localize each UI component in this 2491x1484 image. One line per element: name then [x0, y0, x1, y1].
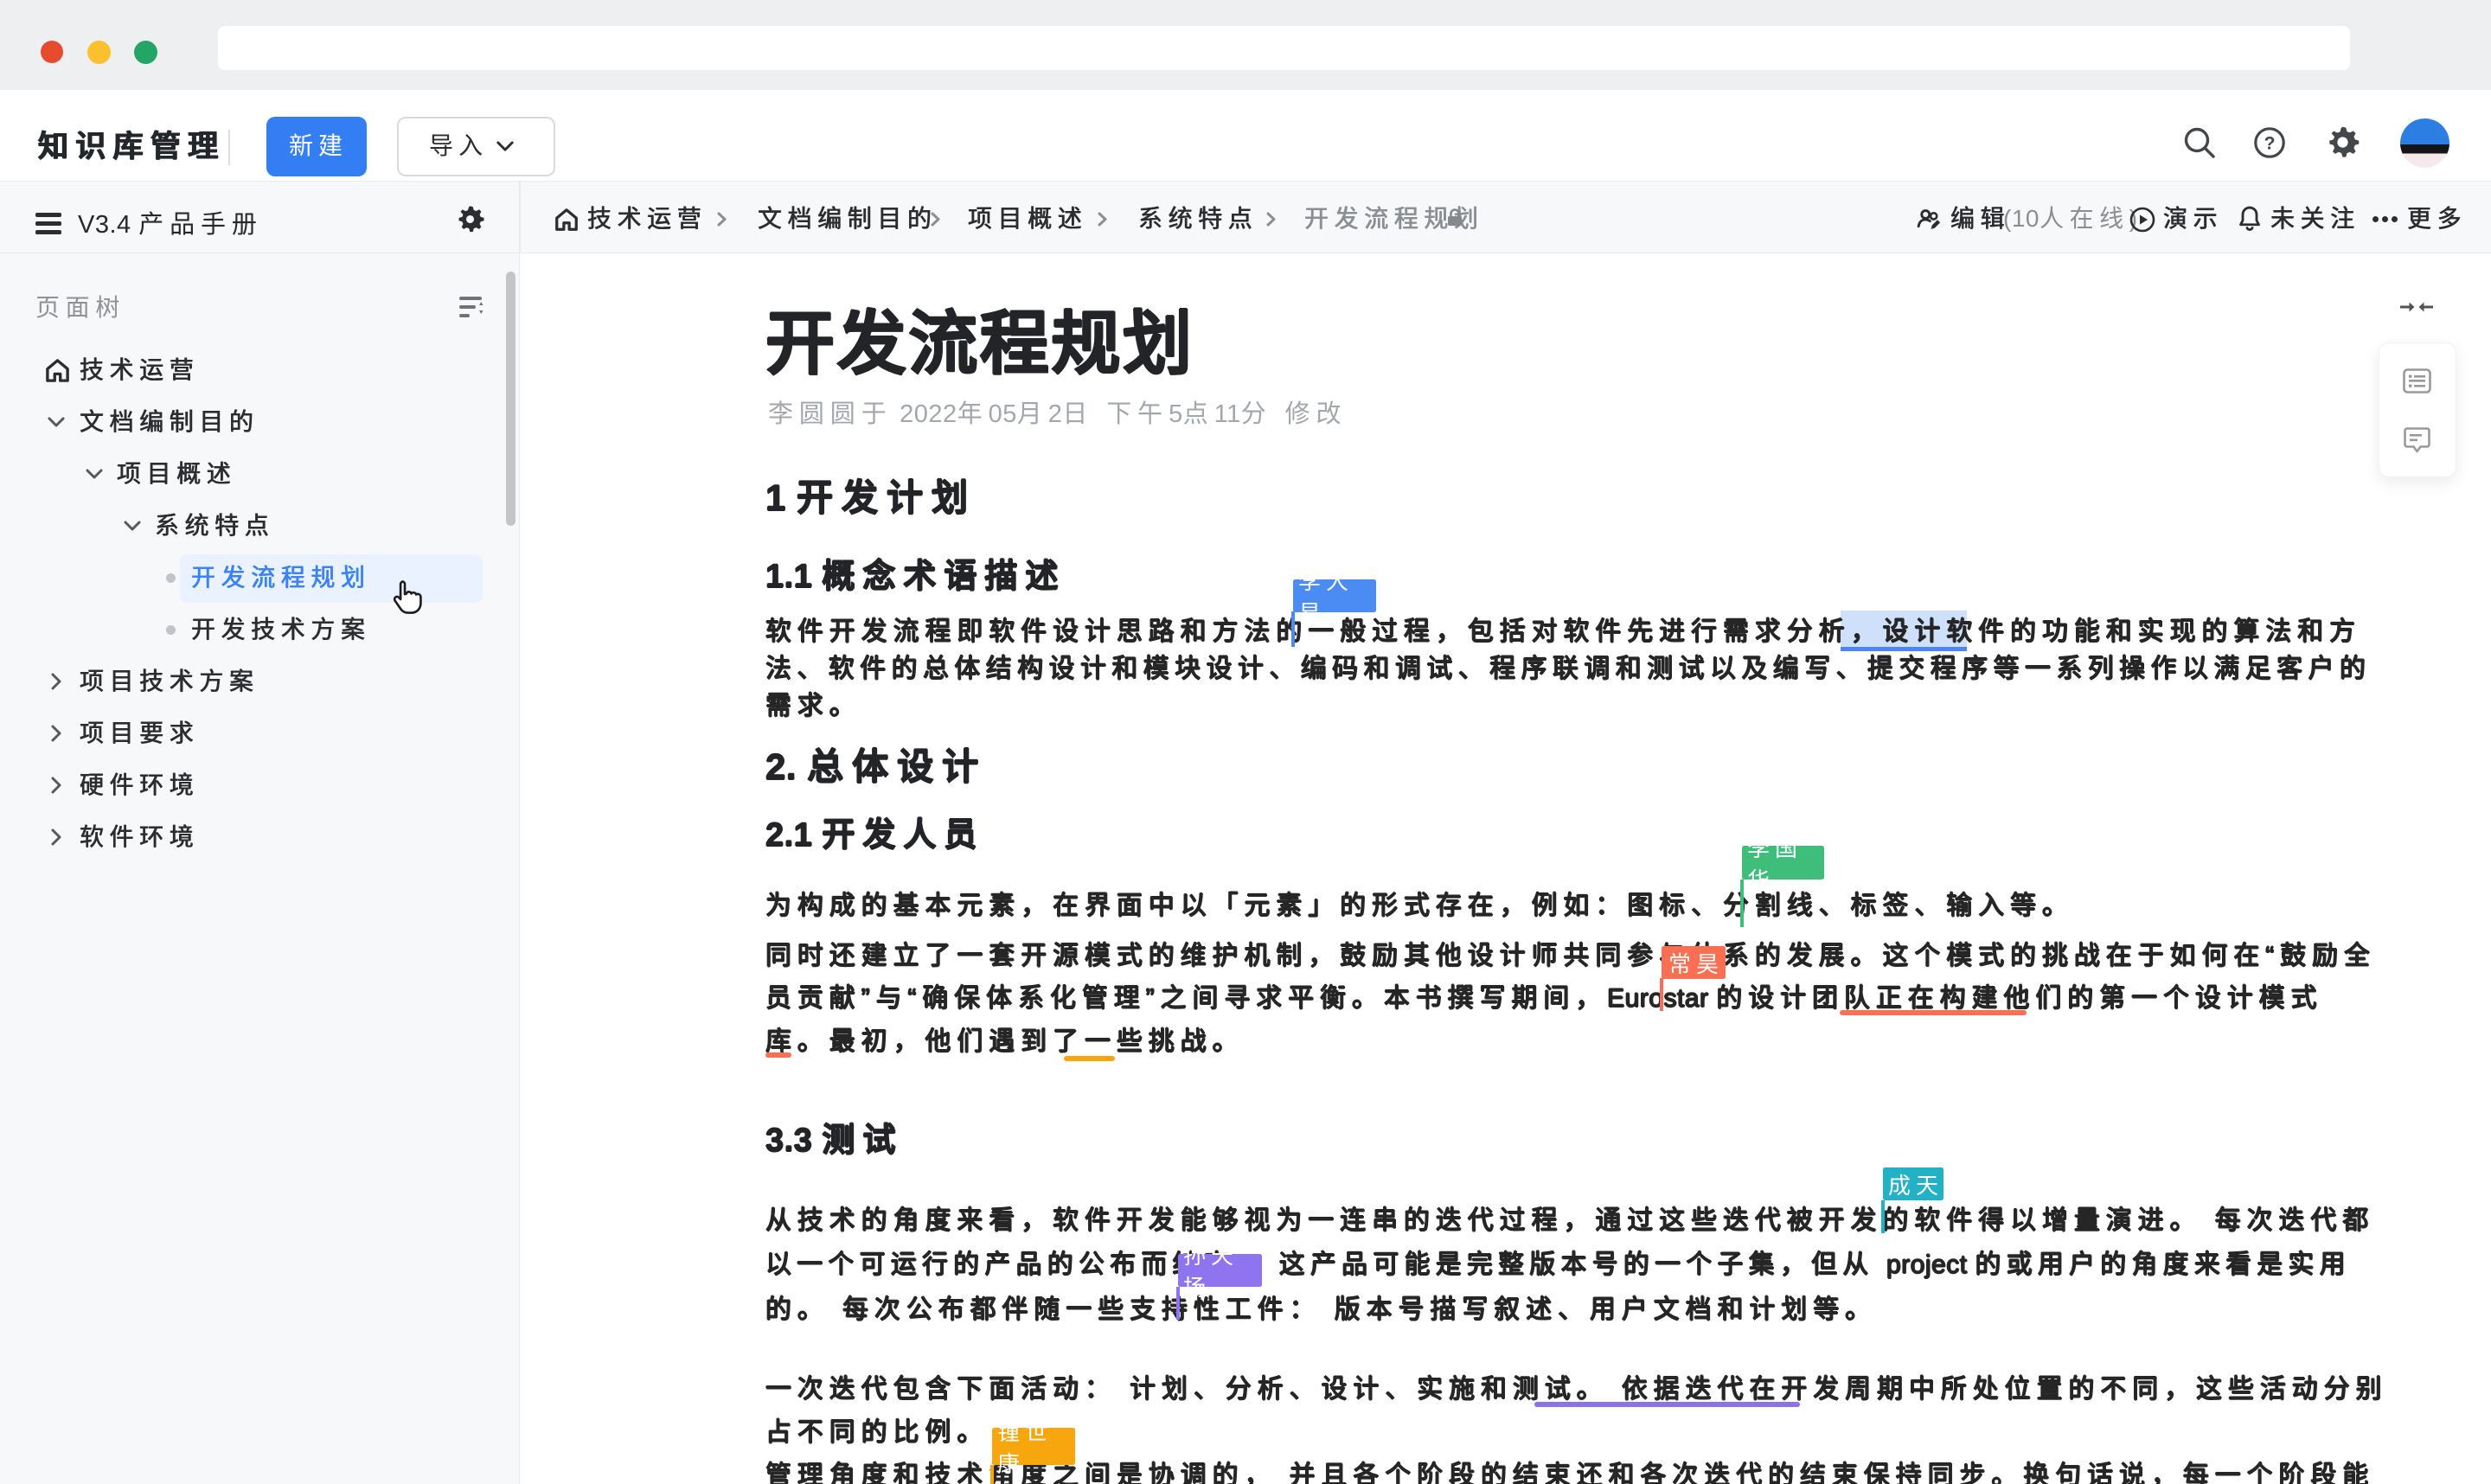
svg-text:?: ? [2264, 134, 2276, 154]
